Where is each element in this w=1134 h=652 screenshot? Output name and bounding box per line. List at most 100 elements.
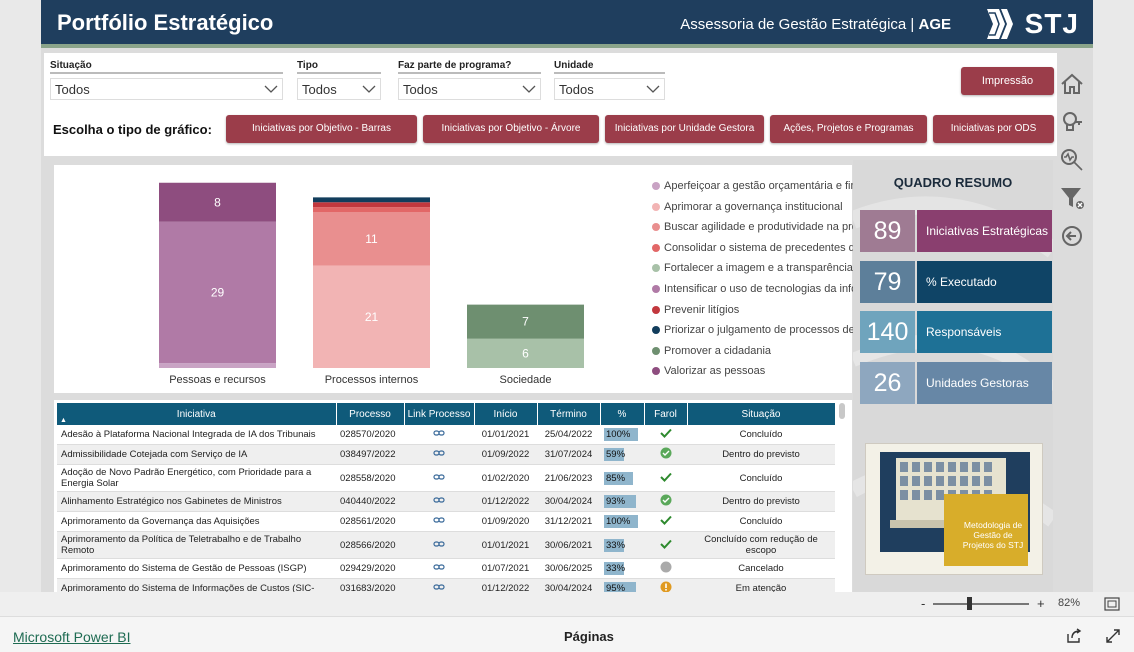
legend-dot-icon <box>652 243 660 252</box>
link-icon[interactable] <box>433 448 445 458</box>
legend-item[interactable]: Aprimorar a governança institucional <box>652 201 843 213</box>
link-icon[interactable] <box>433 539 445 549</box>
cell-link-processo[interactable] <box>404 558 474 579</box>
fullscreen-icon[interactable] <box>1105 628 1121 644</box>
clear-filter-icon[interactable] <box>1058 184 1086 212</box>
table-row[interactable]: Aprimoramento da Governança das Aquisiçõ… <box>57 511 835 532</box>
table-row[interactable]: Aprimoramento do Sistema de Informações … <box>57 578 835 592</box>
cell-iniciativa: Aprimoramento do Sistema de Informações … <box>57 578 336 592</box>
zoom-out-button[interactable]: - <box>921 596 925 611</box>
filter-programa-select[interactable]: Todos <box>398 78 541 100</box>
zoom-slider-thumb[interactable] <box>967 597 972 610</box>
column-header[interactable]: Link Processo <box>404 403 475 425</box>
column-header[interactable]: Iniciativa ▲ <box>57 403 337 425</box>
filter-situacao-select[interactable]: Todos <box>50 78 283 100</box>
share-icon[interactable] <box>1066 628 1082 644</box>
column-header[interactable]: Início <box>474 403 538 425</box>
bar-segment[interactable] <box>159 363 276 368</box>
table-row[interactable]: Aprimoramento do Sistema de Gestão de Pe… <box>57 558 835 579</box>
filter-unidade-select[interactable]: Todos <box>554 78 665 100</box>
cell-processo: 028558/2020 <box>336 464 404 492</box>
legend-dot-icon <box>652 264 660 273</box>
cell-pct: 100% <box>600 425 644 445</box>
column-header[interactable]: % <box>600 403 645 425</box>
legend-item[interactable]: Priorizar o julgamento de processos de c… <box>652 324 885 336</box>
table-body: Adesão à Plataforma Nacional Integrada d… <box>57 425 835 592</box>
cell-link-processo[interactable] <box>404 578 474 592</box>
legend-item[interactable]: Consolidar o sistema de precedentes qual… <box>652 242 887 254</box>
legend-item[interactable]: Fortalecer a imagem e a transparência in… <box>652 262 885 274</box>
search-analytics-icon[interactable] <box>1058 146 1086 174</box>
cell-iniciativa: Aprimoramento da Governança das Aquisiçõ… <box>57 511 336 532</box>
legend-item[interactable]: Prevenir litígios <box>652 304 739 316</box>
link-icon[interactable] <box>433 562 445 572</box>
kpi-card: 140 Responsáveis <box>860 311 1052 353</box>
zoom-in-button[interactable]: + <box>1037 596 1045 611</box>
legend-dot-icon <box>652 285 660 293</box>
link-icon[interactable] <box>433 495 445 505</box>
cell-link-processo[interactable] <box>404 464 474 492</box>
fit-to-page-icon[interactable] <box>1104 597 1120 611</box>
home-icon[interactable] <box>1058 70 1086 98</box>
table-row[interactable]: Alinhamento Estratégico nos Gabinetes de… <box>57 491 835 512</box>
chevron-down-icon <box>522 85 536 93</box>
legend-item[interactable]: Promover a cidadania <box>652 345 771 357</box>
bar-segment[interactable] <box>313 202 430 208</box>
link-icon[interactable] <box>433 428 445 438</box>
methodology-banner[interactable]: Metodologia de Gestão de Projetos do STJ <box>865 443 1043 575</box>
cell-farol <box>644 464 687 492</box>
table-row[interactable]: Aprimoramento da Política de Teletrabalh… <box>57 531 835 559</box>
kpi-value: 140 <box>860 311 915 353</box>
back-arrow-icon[interactable] <box>1058 222 1086 250</box>
table-row[interactable]: Adoção de Novo Padrão Energético, com Pr… <box>57 464 835 492</box>
column-header[interactable]: Processo <box>336 403 405 425</box>
cell-termino: 30/06/2025 <box>537 558 600 579</box>
cell-processo: 028566/2020 <box>336 531 404 559</box>
cell-link-processo[interactable] <box>404 444 474 465</box>
x-axis-tick-label: Processos internos <box>325 374 419 386</box>
legend-item[interactable]: Intensificar o uso de tecnologias da inf… <box>652 283 879 295</box>
cell-inicio: 01/07/2021 <box>474 558 537 579</box>
stj-logo-mark-icon <box>986 9 1013 39</box>
legend-item[interactable]: Buscar agilidade e produtividade na pres… <box>652 221 882 233</box>
bar-segment[interactable] <box>313 197 430 203</box>
table-scrollbar[interactable] <box>839 403 845 419</box>
cell-iniciativa: Admissibilidade Cotejada com Serviço de … <box>57 444 336 465</box>
check-status-icon <box>659 515 672 529</box>
chart-type-button-objetivo-arvore[interactable]: Iniciativas por Objetivo - Árvore <box>423 115 599 143</box>
cell-link-processo[interactable] <box>404 511 474 532</box>
cell-farol <box>644 578 687 592</box>
powerbi-link[interactable]: Microsoft Power BI <box>13 629 130 645</box>
cell-link-processo[interactable] <box>404 531 474 559</box>
bar-segment[interactable] <box>313 207 430 212</box>
table-row[interactable]: Adesão à Plataforma Nacional Integrada d… <box>57 425 835 445</box>
lightbulb-key-icon[interactable] <box>1058 108 1086 136</box>
column-header[interactable]: Situação <box>687 403 836 425</box>
chart-type-button-unidade-gestora[interactable]: Iniciativas por Unidade Gestora <box>605 115 764 143</box>
pages-button[interactable]: Páginas <box>564 629 614 644</box>
legend-item[interactable]: Aperfeiçoar a gestão orçamentária e fina… <box>652 180 884 192</box>
filter-situacao-label: Situação <box>50 60 283 74</box>
table-row[interactable]: Admissibilidade Cotejada com Serviço de … <box>57 444 835 465</box>
link-icon[interactable] <box>433 515 445 525</box>
column-header[interactable]: Farol <box>644 403 688 425</box>
legend-item[interactable]: Valorizar as pessoas <box>652 365 765 377</box>
filter-tipo-select[interactable]: Todos <box>297 78 381 100</box>
chart-type-button-ods[interactable]: Iniciativas por ODS <box>933 115 1054 143</box>
link-icon[interactable] <box>433 582 445 592</box>
sort-ascending-icon[interactable]: ▲ <box>60 417 67 424</box>
cell-pct: 93% <box>600 491 644 512</box>
print-button[interactable]: Impressão <box>961 67 1054 95</box>
link-icon[interactable] <box>433 472 445 482</box>
chart-type-button-objetivo-barras[interactable]: Iniciativas por Objetivo - Barras <box>226 115 417 143</box>
progress-bar: 33% <box>604 538 626 552</box>
filter-bar: Situação Todos Tipo Todos Faz parte de p… <box>44 53 1057 156</box>
chevron-down-icon <box>646 85 660 93</box>
chart-type-button-acoes-projetos[interactable]: Ações, Projetos e Programas <box>770 115 927 143</box>
cell-link-processo[interactable] <box>404 491 474 512</box>
cell-link-processo[interactable] <box>404 425 474 445</box>
cell-farol <box>644 511 687 532</box>
methodology-banner-text: Metodologia de Gestão de Projetos do STJ <box>962 520 1024 550</box>
column-header[interactable]: Término <box>537 403 601 425</box>
zoom-slider[interactable] <box>933 603 1029 605</box>
